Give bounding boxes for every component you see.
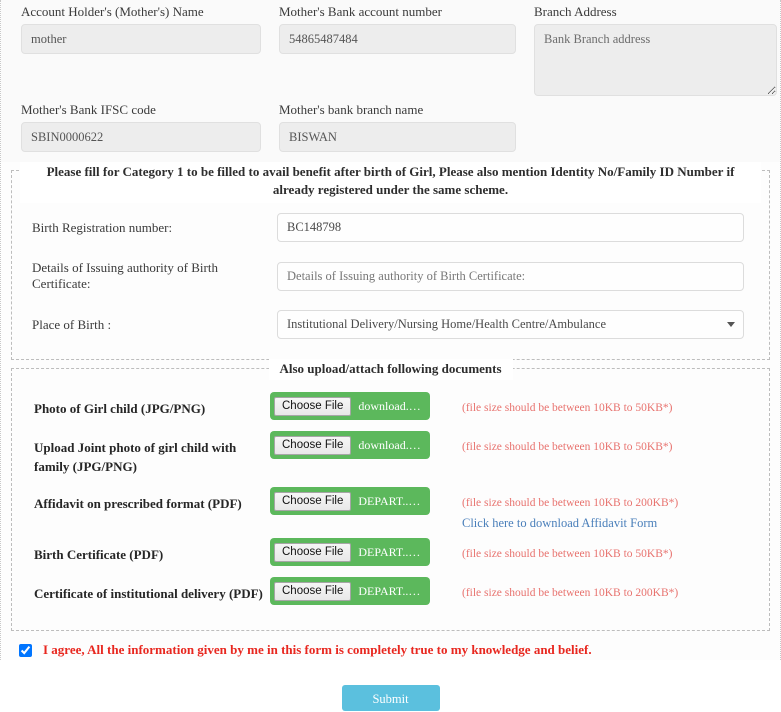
- upload-row-joint-photo: Upload Joint photo of girl child with fa…: [12, 431, 769, 476]
- file-name-affidavit: DEPART...O.pdf: [358, 493, 422, 508]
- upload-label-institutional-delivery: Certificate of institutional delivery (P…: [34, 586, 263, 601]
- file-input-girl-photo[interactable]: Choose File download.jpg: [270, 392, 430, 420]
- row-issuing-authority: Details of Issuing authority of Birth Ce…: [22, 260, 759, 292]
- submit-button[interactable]: Submit: [341, 685, 440, 711]
- upload-label-birth-certificate: Birth Certificate (PDF): [34, 547, 164, 562]
- agreement-checkbox[interactable]: [19, 643, 32, 657]
- upload-hint-wrap-joint-photo: (file size should be between 10KB to 50K…: [452, 431, 769, 455]
- upload-row-affidavit: Affidavit on prescribed format (PDF) Cho…: [12, 487, 769, 532]
- row-place-of-birth: Place of Birth : Institutional Delivery/…: [22, 310, 759, 339]
- choose-file-button-joint-photo[interactable]: Choose File: [274, 435, 352, 455]
- choose-file-button-affidavit[interactable]: Choose File: [274, 491, 352, 511]
- upload-label-joint-photo: Upload Joint photo of girl child with fa…: [34, 440, 237, 474]
- file-size-hint-affidavit: (file size should be between 10KB to 200…: [462, 497, 679, 509]
- file-name-birth-certificate: DEPART...O.pdf: [358, 544, 422, 559]
- ifsc-code-input[interactable]: [21, 122, 261, 152]
- upload-control-affidavit: Choose File DEPART...O.pdf: [270, 487, 452, 515]
- file-name-institutional-delivery: DEPART...O.pdf: [358, 583, 422, 598]
- bank-details-section: Account Holder's (Mother's) Name Mother'…: [1, 0, 780, 162]
- agreement-text: I agree, All the information given by me…: [43, 642, 592, 657]
- upload-documents-panel: Also upload/attach following documents P…: [11, 359, 770, 631]
- file-input-joint-photo[interactable]: Choose File download.jpg: [270, 431, 430, 459]
- upload-label-affidavit: Affidavit on prescribed format (PDF): [34, 496, 242, 511]
- upload-row-birth-certificate: Birth Certificate (PDF) Choose File DEPA…: [12, 538, 769, 566]
- place-of-birth-select[interactable]: Institutional Delivery/Nursing Home/Heal…: [277, 310, 744, 339]
- category-1-panel: Please fill for Category 1 to be filled …: [11, 162, 770, 360]
- branch-address-textarea[interactable]: [534, 24, 777, 96]
- agreement-row: I agree, All the information given by me…: [1, 631, 780, 658]
- bank-row-1: Account Holder's (Mother's) Name Mother'…: [21, 2, 777, 96]
- upload-control-institutional-delivery: Choose File DEPART...O.pdf: [270, 577, 452, 605]
- upload-row-girl-photo: Photo of Girl child (JPG/PNG) Choose Fil…: [12, 392, 769, 420]
- upload-control-girl-photo: Choose File download.jpg: [270, 392, 452, 420]
- issuing-authority-input[interactable]: [277, 261, 744, 291]
- ifsc-code-label: Mother's Bank IFSC code: [21, 102, 156, 117]
- branch-name-label: Mother's bank branch name: [279, 102, 424, 117]
- file-size-hint-joint-photo: (file size should be between 10KB to 50K…: [462, 441, 673, 453]
- upload-control-birth-certificate: Choose File DEPART...O.pdf: [270, 538, 452, 566]
- file-name-joint-photo: download.jpg: [358, 437, 422, 452]
- file-size-hint-institutional-delivery: (file size should be between 10KB to 200…: [462, 587, 679, 599]
- category-1-body: Birth Registration number: Details of Is…: [12, 203, 769, 359]
- bank-account-number-input[interactable]: [279, 24, 516, 54]
- submit-row: Submit: [1, 658, 780, 711]
- choose-file-button-girl-photo[interactable]: Choose File: [274, 396, 352, 416]
- place-of-birth-label: Place of Birth :: [32, 316, 112, 332]
- account-holder-name-input[interactable]: [21, 24, 261, 54]
- field-branch-name: Mother's bank branch name: [279, 100, 516, 152]
- branch-name-input[interactable]: [279, 122, 516, 152]
- download-affidavit-form-link[interactable]: Click here to download Affidavit Form: [462, 514, 769, 532]
- upload-documents-legend: Also upload/attach following documents: [268, 359, 513, 380]
- upload-row-institutional-delivery: Certificate of institutional delivery (P…: [12, 577, 769, 605]
- account-holder-name-label: Account Holder's (Mother's) Name: [21, 4, 204, 19]
- branch-address-spacer: [534, 100, 777, 152]
- file-input-affidavit[interactable]: Choose File DEPART...O.pdf: [270, 487, 430, 515]
- file-size-hint-girl-photo: (file size should be between 10KB to 50K…: [462, 402, 673, 414]
- field-bank-account-number: Mother's Bank account number: [279, 2, 516, 96]
- choose-file-button-institutional-delivery[interactable]: Choose File: [274, 581, 352, 601]
- form-page: Account Holder's (Mother's) Name Mother'…: [0, 0, 781, 711]
- issuing-authority-control: [277, 261, 759, 291]
- birth-registration-number-label: Birth Registration number:: [32, 219, 173, 235]
- issuing-authority-label: Details of Issuing authority of Birth Ce…: [32, 260, 218, 291]
- place-of-birth-select-wrap: Institutional Delivery/Nursing Home/Heal…: [277, 310, 744, 339]
- birth-registration-number-control: [277, 213, 759, 242]
- file-input-institutional-delivery[interactable]: Choose File DEPART...O.pdf: [270, 577, 430, 605]
- upload-hint-wrap-affidavit: (file size should be between 10KB to 200…: [452, 487, 769, 532]
- field-ifsc-code: Mother's Bank IFSC code: [21, 100, 261, 152]
- file-name-girl-photo: download.jpg: [358, 398, 422, 413]
- branch-address-label: Branch Address: [534, 4, 617, 19]
- file-input-birth-certificate[interactable]: Choose File DEPART...O.pdf: [270, 538, 430, 566]
- field-account-holder-name: Account Holder's (Mother's) Name: [21, 2, 261, 96]
- upload-hint-wrap-girl-photo: (file size should be between 10KB to 50K…: [452, 392, 769, 416]
- bank-row-2: Mother's Bank IFSC code Mother's bank br…: [21, 100, 766, 152]
- place-of-birth-control: Institutional Delivery/Nursing Home/Heal…: [277, 310, 759, 339]
- bank-account-number-label: Mother's Bank account number: [279, 4, 442, 19]
- row-birth-registration-number: Birth Registration number:: [22, 213, 759, 242]
- upload-control-joint-photo: Choose File download.jpg: [270, 431, 452, 459]
- upload-hint-wrap-institutional-delivery: (file size should be between 10KB to 200…: [452, 577, 769, 601]
- file-size-hint-birth-certificate: (file size should be between 10KB to 50K…: [462, 548, 673, 560]
- field-branch-address: Branch Address: [534, 2, 777, 96]
- upload-hint-wrap-birth-certificate: (file size should be between 10KB to 50K…: [452, 538, 769, 562]
- upload-label-girl-photo: Photo of Girl child (JPG/PNG): [34, 401, 206, 416]
- choose-file-button-birth-certificate[interactable]: Choose File: [274, 542, 352, 562]
- upload-documents-body: Photo of Girl child (JPG/PNG) Choose Fil…: [12, 380, 769, 630]
- category-1-legend: Please fill for Category 1 to be filled …: [20, 162, 761, 203]
- birth-registration-number-input[interactable]: [277, 213, 744, 242]
